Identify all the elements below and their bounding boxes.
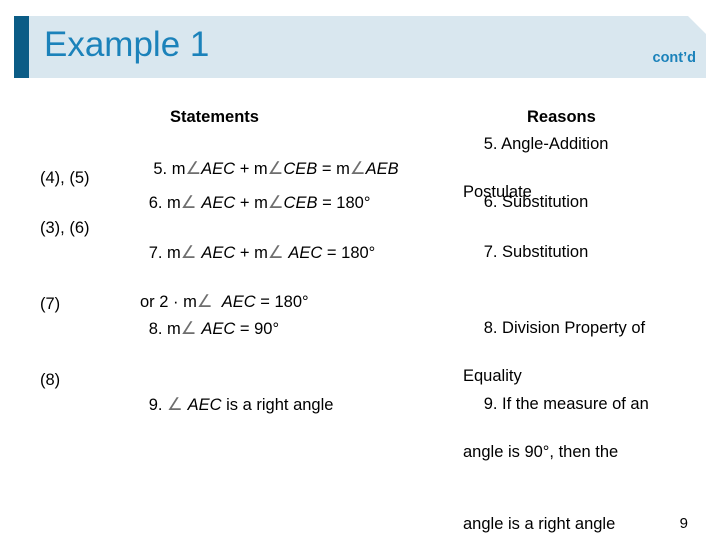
proof-row: (8) 9. ∠ AEC is a right angle 9. If the … [0, 368, 720, 533]
two-column-proof: Statements Reasons 5. m∠AEC + m∠CEB = m∠… [0, 108, 720, 533]
row-reference-labels: (7) [40, 295, 61, 313]
row-reference-labels: (8) [40, 371, 61, 389]
continued-label: cont’d [652, 50, 697, 66]
slide-canvas: Example 1 cont’d Statements Reasons 5. m… [0, 0, 720, 540]
reason-line: 7. Substitution [483, 243, 589, 261]
row-statement: 8. m∠ AEC = 90° [148, 318, 280, 338]
proof-row: (3), (6) 7. m∠ AEC + m∠ AEC = 180° or 2 … [0, 216, 720, 311]
reason-line: 8. Division Property of [483, 319, 646, 337]
reason-line: angle is 90°, then the [463, 443, 619, 461]
reason-line: angle is a right angle [463, 515, 616, 533]
row-reason: 9. If the measure of an angle is 90°, th… [447, 368, 712, 540]
header-accent-bar [14, 16, 29, 78]
proof-row: 5. m∠AEC + m∠CEB = m∠AEB 5. Angle-Additi… [0, 108, 720, 201]
reason-line: 6. Substitution [483, 193, 589, 211]
row-reference-labels: (3), (6) [40, 219, 90, 237]
row-reference-labels: (4), (5) [40, 169, 90, 187]
proof-row: (4), (5) 6. m∠ AEC + m∠CEB = 180° 6. Sub… [0, 166, 720, 212]
page-title: Example 1 [44, 25, 210, 64]
page-number: 9 [679, 515, 688, 532]
reason-line: 5. Angle-Addition [483, 135, 609, 153]
row-statement: 9. ∠ AEC is a right angle [148, 394, 334, 414]
proof-row: (7) 8. m∠ AEC = 90° 8. Division Property… [0, 292, 720, 385]
reason-line: 9. If the measure of an [483, 395, 649, 413]
row-reason: 7. Substitution [447, 216, 712, 288]
